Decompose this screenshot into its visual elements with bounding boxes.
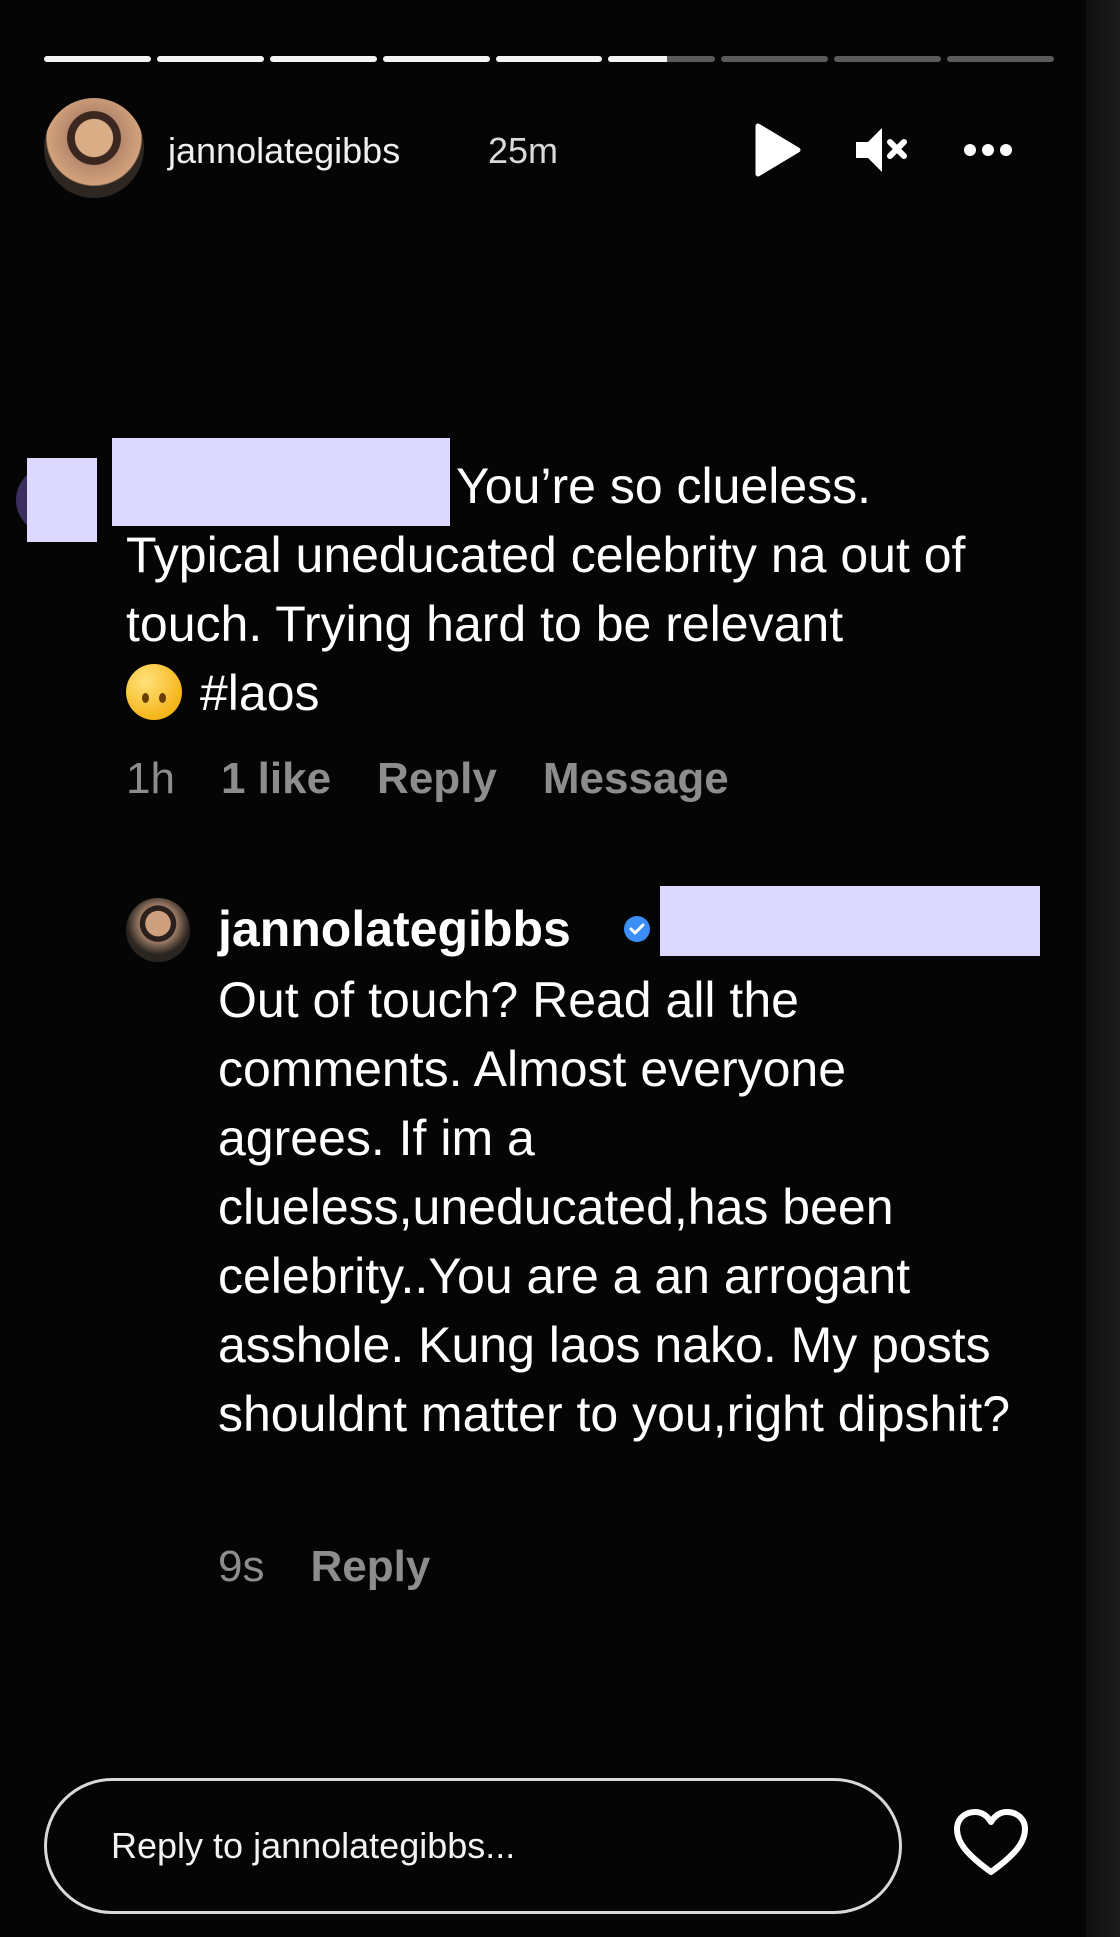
- reply-avatar[interactable]: [126, 898, 190, 962]
- comment-time: 1h: [126, 754, 175, 803]
- comment-text: You’re so clueless. Typical uneducated c…: [126, 458, 966, 652]
- story-avatar[interactable]: [44, 98, 144, 198]
- reply-meta: 9s Reply: [218, 1542, 430, 1592]
- comment-reply-button[interactable]: Reply: [377, 754, 497, 804]
- right-gutter: [1086, 0, 1120, 1937]
- comment-likes[interactable]: 1 like: [221, 754, 331, 804]
- verified-badge-icon: [624, 916, 650, 942]
- mute-icon: [856, 128, 907, 172]
- story-reply-input[interactable]: Reply to jannolategibbs...: [44, 1778, 902, 1914]
- progress-segment: [156, 56, 264, 62]
- progress-segment: [269, 56, 377, 62]
- mute-button[interactable]: [852, 122, 912, 178]
- story-time: 25m: [488, 130, 559, 171]
- progress-segment: [721, 56, 829, 62]
- reply-time: 9s: [218, 1542, 265, 1591]
- play-icon: [755, 123, 801, 177]
- comment-meta: 1h 1 like Reply Message: [126, 754, 729, 804]
- reply-text: Out of touch? Read all the comments. Alm…: [218, 972, 1011, 1442]
- comment-message-button[interactable]: Message: [543, 754, 729, 804]
- comment-hashtag[interactable]: #laos: [200, 665, 320, 721]
- story-progress-bar: [44, 56, 1055, 62]
- more-icon: [964, 144, 1012, 156]
- progress-segment: [947, 56, 1055, 62]
- reply-reply-button[interactable]: Reply: [310, 1542, 430, 1592]
- progress-segment: [495, 56, 603, 62]
- progress-segment: [608, 56, 716, 62]
- comment-body: You’re so clueless. Typical uneducated c…: [126, 452, 1036, 728]
- redacted-mention: [660, 886, 1040, 956]
- progress-segment: [382, 56, 490, 62]
- story-reply-placeholder: Reply to jannolategibbs...: [111, 1825, 516, 1866]
- progress-segment: [44, 56, 151, 62]
- comment-avatar[interactable]: [10, 458, 100, 542]
- redacted-avatar-icon: [16, 458, 97, 542]
- story-username[interactable]: jannolategibbs: [168, 130, 400, 172]
- progress-segment: [834, 56, 942, 62]
- like-story-button[interactable]: [952, 1808, 1030, 1878]
- play-button[interactable]: [748, 122, 808, 178]
- more-button[interactable]: [958, 122, 1018, 178]
- reply-username[interactable]: jannolategibbs: [218, 900, 571, 958]
- heart-icon: [954, 1809, 1028, 1875]
- upside-down-face-icon: [126, 664, 182, 720]
